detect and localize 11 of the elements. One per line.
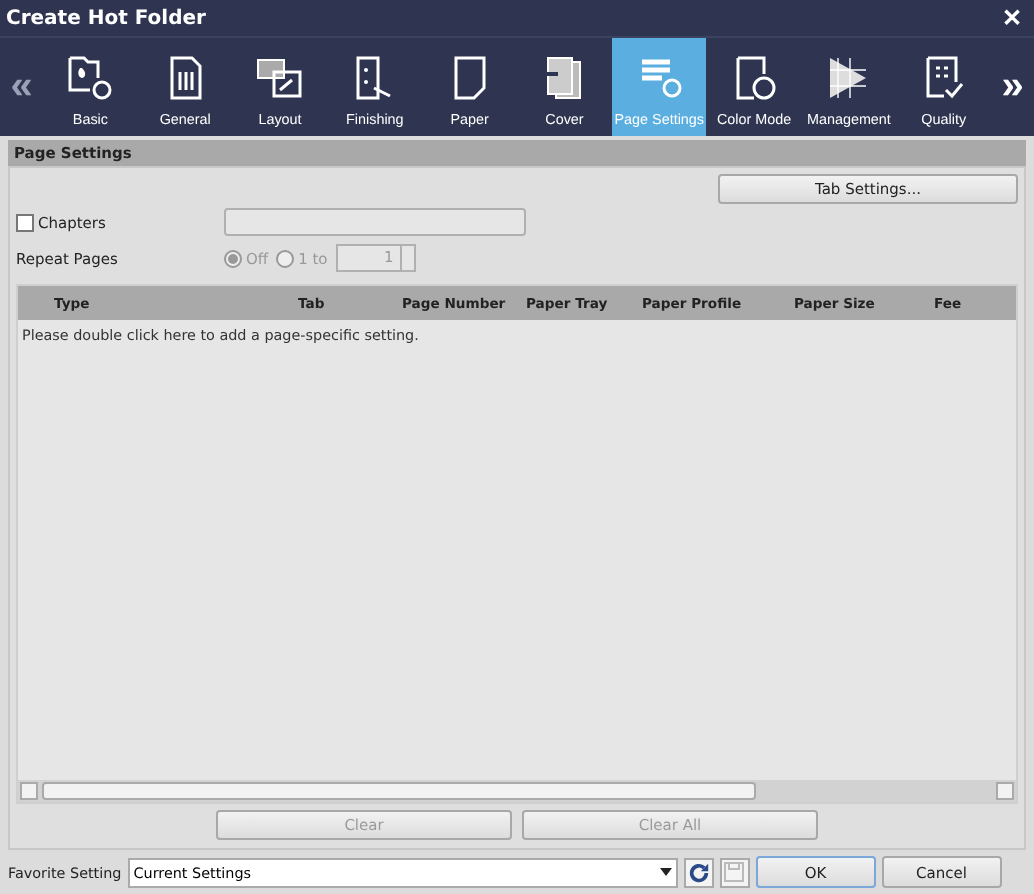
scroll-left-icon[interactable] [20,782,38,800]
scroll-right-icon[interactable] [996,782,1014,800]
scroll-left-button[interactable]: « [0,38,43,136]
dropdown-caret-icon [659,868,672,876]
window-title: Create Hot Folder [6,7,206,29]
chapters-field[interactable] [224,208,526,236]
refresh-button[interactable] [683,857,714,887]
scrollbar-thumb[interactable] [42,782,756,800]
close-button[interactable]: ✕ [1002,4,1022,32]
scroll-right-button[interactable]: » [991,38,1034,136]
chapters-checkbox[interactable] [16,213,34,231]
